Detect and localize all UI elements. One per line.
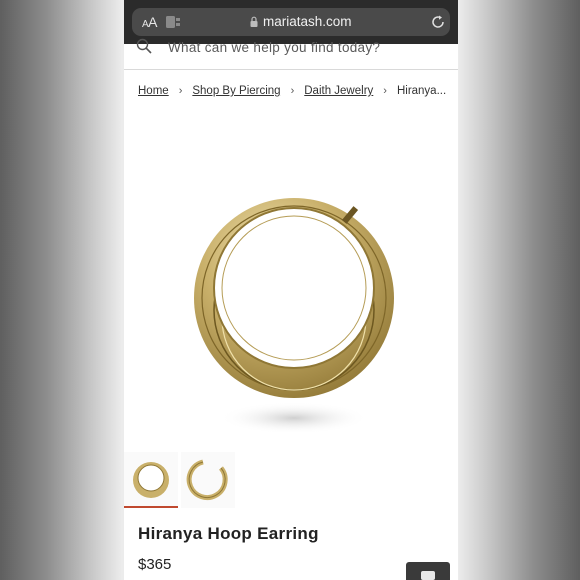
- hoop-front-thumbnail-icon: [133, 462, 169, 498]
- chat-button[interactable]: [406, 562, 450, 580]
- breadcrumb-current: Hiranya...: [396, 85, 447, 97]
- hoop-open-thumbnail-icon: [186, 459, 228, 500]
- product-title: Hiranya Hoop Earring: [138, 524, 319, 543]
- url-domain[interactable]: mariatash.com: [263, 14, 352, 29]
- chat-icon: [421, 571, 435, 580]
- text-size-button[interactable]: AA: [142, 14, 158, 30]
- product-price: $365: [138, 556, 172, 573]
- thumbnail-hoop-open[interactable]: [181, 452, 235, 508]
- site-search-bar[interactable]: What can we help you find today?: [124, 38, 458, 70]
- breadcrumb-separator: ›: [178, 85, 183, 97]
- breadcrumb: Home › Shop By Piercing › Daith Jewelry › Hira…: [138, 85, 458, 101]
- breadcrumb-home[interactable]: Home: [138, 85, 169, 97]
- reload-icon[interactable]: [430, 14, 446, 30]
- gold-hoop-earring-image[interactable]: [164, 170, 424, 450]
- browser-toolbar: AA mariatash.com: [124, 0, 458, 44]
- breadcrumb-shop-by-piercing[interactable]: Shop By Piercing: [192, 85, 280, 97]
- address-bar[interactable]: AA mariatash.com: [132, 8, 450, 36]
- breadcrumb-daith-jewelry[interactable]: Daith Jewelry: [304, 85, 373, 97]
- search-icon[interactable]: [136, 38, 152, 54]
- reader-view-icon[interactable]: [166, 16, 180, 28]
- search-input[interactable]: What can we help you find today?: [168, 40, 380, 55]
- thumbnail-strip: [124, 452, 458, 510]
- lock-icon: [250, 16, 258, 27]
- breadcrumb-separator: ›: [290, 85, 295, 97]
- breadcrumb-separator: ›: [383, 85, 387, 97]
- phone-screen: AA mariatash.com What can we help you fi…: [124, 0, 458, 580]
- thumbnail-hoop-front[interactable]: [124, 452, 178, 508]
